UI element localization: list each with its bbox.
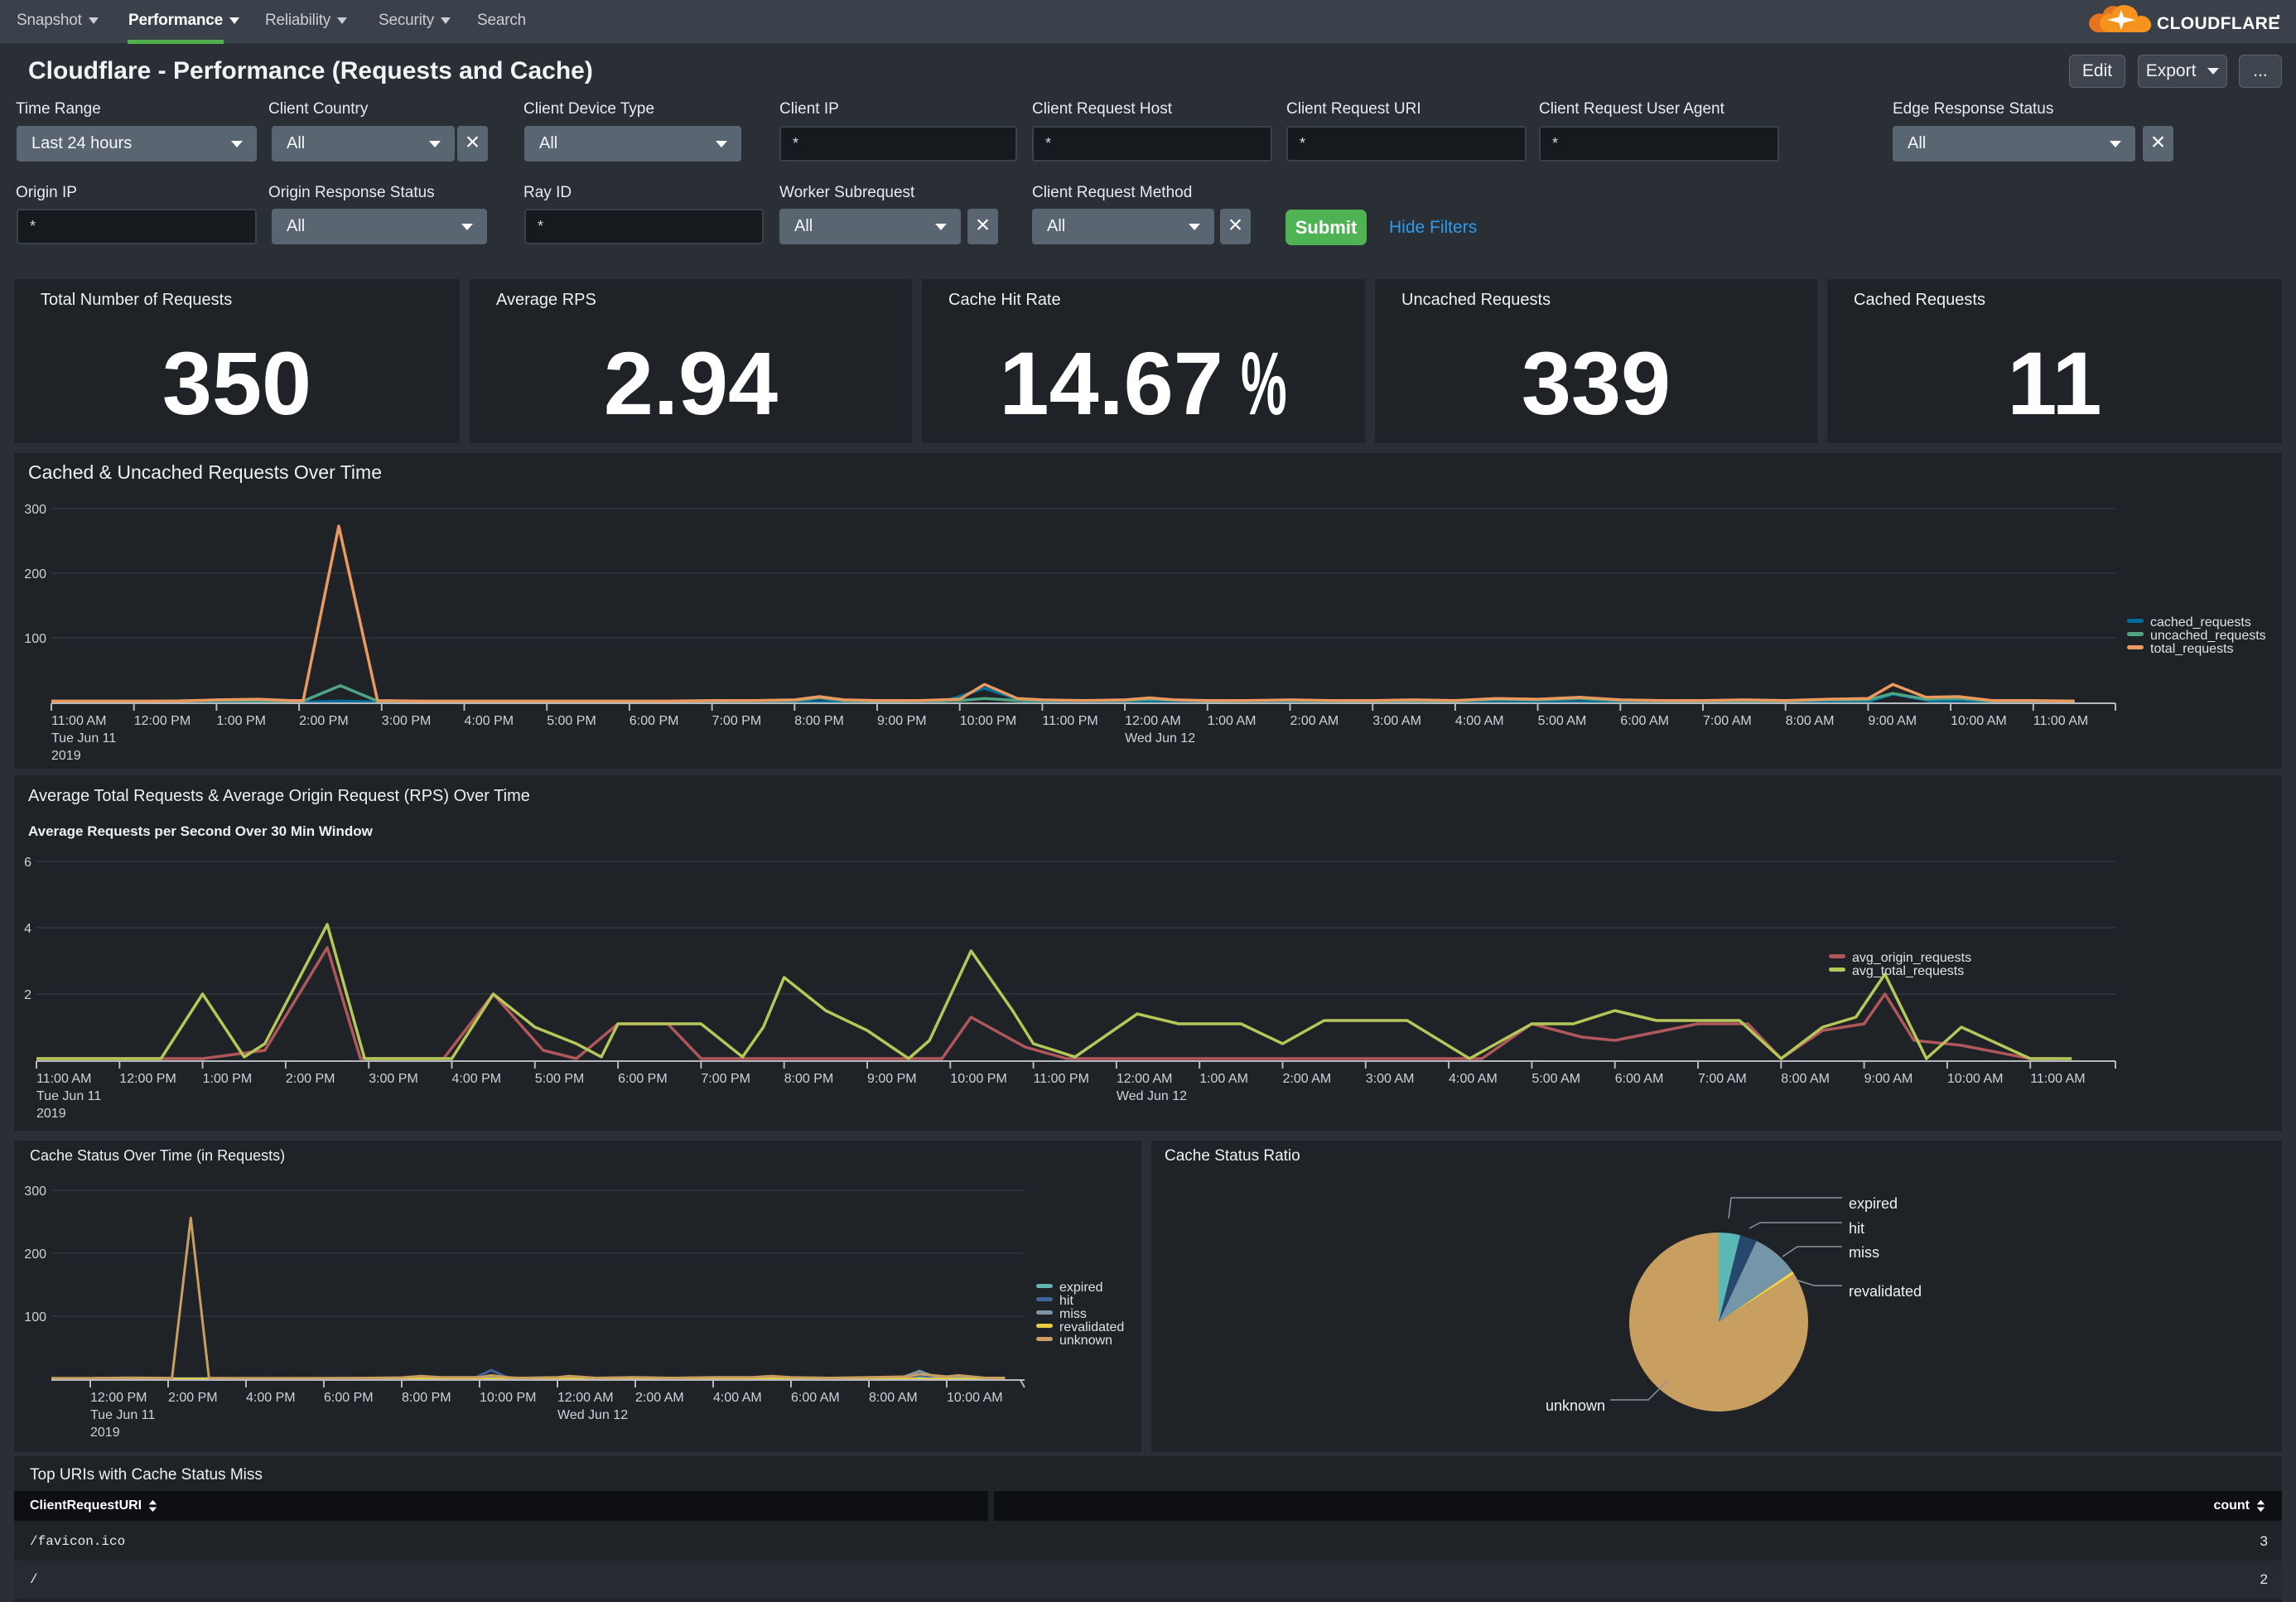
svg-text:4: 4 [24, 922, 31, 936]
svg-text:10:00 PM: 10:00 PM [480, 1391, 536, 1405]
svg-text:300: 300 [24, 1185, 46, 1199]
svg-text:8:00 AM: 8:00 AM [1786, 714, 1835, 728]
svg-text:1:00 AM: 1:00 AM [1208, 714, 1257, 728]
svg-text:9:00 PM: 9:00 PM [867, 1072, 917, 1086]
svg-text:expired: expired [1059, 1281, 1102, 1295]
svg-text:Wed Jun 12: Wed Jun 12 [1117, 1089, 1187, 1103]
svg-text:10:00 PM: 10:00 PM [950, 1072, 1006, 1086]
svg-text:4:00 AM: 4:00 AM [1449, 1072, 1498, 1086]
svg-text:CLOUDFLARE: CLOUDFLARE [2157, 14, 2280, 33]
svg-text:Wed Jun 12: Wed Jun 12 [557, 1408, 628, 1422]
svg-text:2:00 PM: 2:00 PM [286, 1072, 335, 1086]
svg-text:1:00 PM: 1:00 PM [216, 714, 266, 728]
svg-text:12:00 AM: 12:00 AM [1117, 1072, 1173, 1086]
svg-text:7:00 PM: 7:00 PM [701, 1072, 750, 1086]
svg-text:8:00 PM: 8:00 PM [402, 1391, 451, 1405]
svg-text:2: 2 [24, 988, 31, 1002]
svg-text:miss: miss [1059, 1307, 1087, 1321]
svg-text:8:00 AM: 8:00 AM [1781, 1072, 1830, 1086]
svg-text:expired: expired [1849, 1195, 1898, 1212]
svg-text:Tue Jun 11: Tue Jun 11 [36, 1089, 101, 1103]
svg-text:6:00 AM: 6:00 AM [791, 1391, 840, 1405]
svg-text:100: 100 [24, 632, 46, 646]
svg-text:miss: miss [1849, 1244, 1879, 1261]
svg-text:11:00 AM: 11:00 AM [2030, 1072, 2085, 1086]
svg-text:uncached_requests: uncached_requests [2150, 629, 2266, 643]
svg-text:2019: 2019 [90, 1426, 120, 1440]
svg-text:11:00 PM: 11:00 PM [1034, 1072, 1089, 1086]
svg-text:4:00 PM: 4:00 PM [246, 1391, 296, 1405]
svg-text:7:00 AM: 7:00 AM [1703, 714, 1752, 728]
svg-text:8:00 AM: 8:00 AM [869, 1391, 918, 1405]
svg-text:total_requests: total_requests [2150, 642, 2234, 656]
svg-text:6:00 PM: 6:00 PM [618, 1072, 668, 1086]
svg-text:2019: 2019 [36, 1107, 66, 1121]
svg-text:4:00 PM: 4:00 PM [465, 714, 514, 728]
svg-text:revalidated: revalidated [1849, 1283, 1922, 1300]
svg-text:8:00 PM: 8:00 PM [784, 1072, 834, 1086]
svg-text:7:00 PM: 7:00 PM [712, 714, 762, 728]
svg-text:100: 100 [24, 1310, 46, 1325]
svg-text:300: 300 [24, 503, 46, 517]
svg-text:10:00 PM: 10:00 PM [960, 714, 1016, 728]
svg-text:2:00 PM: 2:00 PM [168, 1391, 218, 1405]
svg-text:12:00 PM: 12:00 PM [134, 714, 191, 728]
svg-text:5:00 PM: 5:00 PM [535, 1072, 585, 1086]
svg-text:5:00 AM: 5:00 AM [1531, 1072, 1580, 1086]
svg-text:12:00 AM: 12:00 AM [1125, 714, 1181, 728]
svg-text:2019: 2019 [51, 749, 81, 763]
svg-text:1:00 AM: 1:00 AM [1199, 1072, 1248, 1086]
svg-text:1:00 PM: 1:00 PM [203, 1072, 253, 1086]
svg-text:6:00 PM: 6:00 PM [629, 714, 679, 728]
svg-text:3:00 AM: 3:00 AM [1372, 714, 1421, 728]
svg-text:hit: hit [1059, 1294, 1073, 1308]
svg-text:2:00 AM: 2:00 AM [1283, 1072, 1332, 1086]
svg-text:12:00 PM: 12:00 PM [119, 1072, 176, 1086]
svg-text:11:00 AM: 11:00 AM [51, 714, 106, 728]
svg-text:9:00 PM: 9:00 PM [877, 714, 927, 728]
svg-text:4:00 AM: 4:00 AM [1455, 714, 1504, 728]
svg-text:hit: hit [1849, 1220, 1864, 1237]
svg-text:avg_origin_requests: avg_origin_requests [1852, 951, 1971, 965]
svg-text:4:00 AM: 4:00 AM [713, 1391, 762, 1405]
svg-text:2:00 AM: 2:00 AM [1290, 714, 1339, 728]
svg-text:11:00 AM: 11:00 AM [36, 1072, 91, 1086]
svg-text:9:00 AM: 9:00 AM [1868, 714, 1917, 728]
svg-text:3:00 PM: 3:00 PM [382, 714, 432, 728]
svg-text:10:00 AM: 10:00 AM [947, 1391, 1003, 1405]
svg-text:7:00 AM: 7:00 AM [1698, 1072, 1747, 1086]
svg-text:10:00 AM: 10:00 AM [1947, 1072, 2004, 1086]
svg-text:5:00 PM: 5:00 PM [547, 714, 596, 728]
svg-text:2:00 PM: 2:00 PM [299, 714, 349, 728]
svg-text:Wed Jun 12: Wed Jun 12 [1125, 731, 1195, 746]
svg-text:4:00 PM: 4:00 PM [452, 1072, 502, 1086]
svg-text:Tue Jun 11: Tue Jun 11 [90, 1408, 155, 1422]
svg-text:unknown: unknown [1546, 1397, 1605, 1414]
svg-text:11:00 PM: 11:00 PM [1042, 714, 1097, 728]
svg-text:200: 200 [24, 567, 46, 581]
svg-text:12:00 PM: 12:00 PM [90, 1391, 147, 1405]
svg-text:6:00 PM: 6:00 PM [324, 1391, 374, 1405]
svg-text:10:00 AM: 10:00 AM [1951, 714, 2007, 728]
svg-text:avg_total_requests: avg_total_requests [1852, 964, 1964, 978]
svg-text:3:00 PM: 3:00 PM [369, 1072, 418, 1086]
svg-text:6: 6 [24, 856, 31, 870]
svg-text:cached_requests: cached_requests [2150, 615, 2251, 630]
svg-text:9:00 AM: 9:00 AM [1864, 1072, 1913, 1086]
svg-text:3:00 AM: 3:00 AM [1366, 1072, 1415, 1086]
svg-text:5:00 AM: 5:00 AM [1538, 714, 1587, 728]
svg-text:12:00 AM: 12:00 AM [557, 1391, 614, 1405]
svg-text:unknown: unknown [1059, 1334, 1112, 1348]
svg-text:8:00 PM: 8:00 PM [794, 714, 844, 728]
svg-text:6:00 AM: 6:00 AM [1620, 714, 1669, 728]
svg-text:11:00 AM: 11:00 AM [2033, 714, 2088, 728]
svg-text:2:00 AM: 2:00 AM [635, 1391, 684, 1405]
svg-text:revalidated: revalidated [1059, 1320, 1124, 1334]
svg-text:6:00 AM: 6:00 AM [1615, 1072, 1664, 1086]
svg-text:200: 200 [24, 1247, 46, 1262]
svg-text:Tue Jun 11: Tue Jun 11 [51, 731, 116, 746]
